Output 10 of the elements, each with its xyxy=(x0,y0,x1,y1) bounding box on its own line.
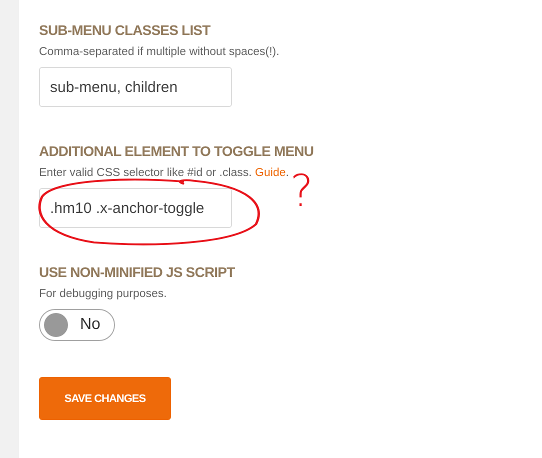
annotation-mark: ? xyxy=(290,170,314,214)
section-title: USE NON-MINIFIED JS SCRIPT xyxy=(39,264,236,280)
description: For debugging purposes. xyxy=(39,288,168,300)
description: Enter valid CSS selector like #id or .class. Guide. xyxy=(39,167,290,179)
description: Comma-separated if multiple without spaces(!). xyxy=(39,46,280,58)
section-title: ADDITIONAL ELEMENT TO TOGGLE MENU xyxy=(39,143,315,159)
section-title: SUB-MENU CLASSES LIST xyxy=(39,22,212,38)
toggle-switch[interactable]: No xyxy=(39,309,115,341)
input-field[interactable]: sub-menu, children xyxy=(39,67,232,107)
input-field[interactable]: .hm10 .x-anchor-toggle xyxy=(39,188,232,228)
